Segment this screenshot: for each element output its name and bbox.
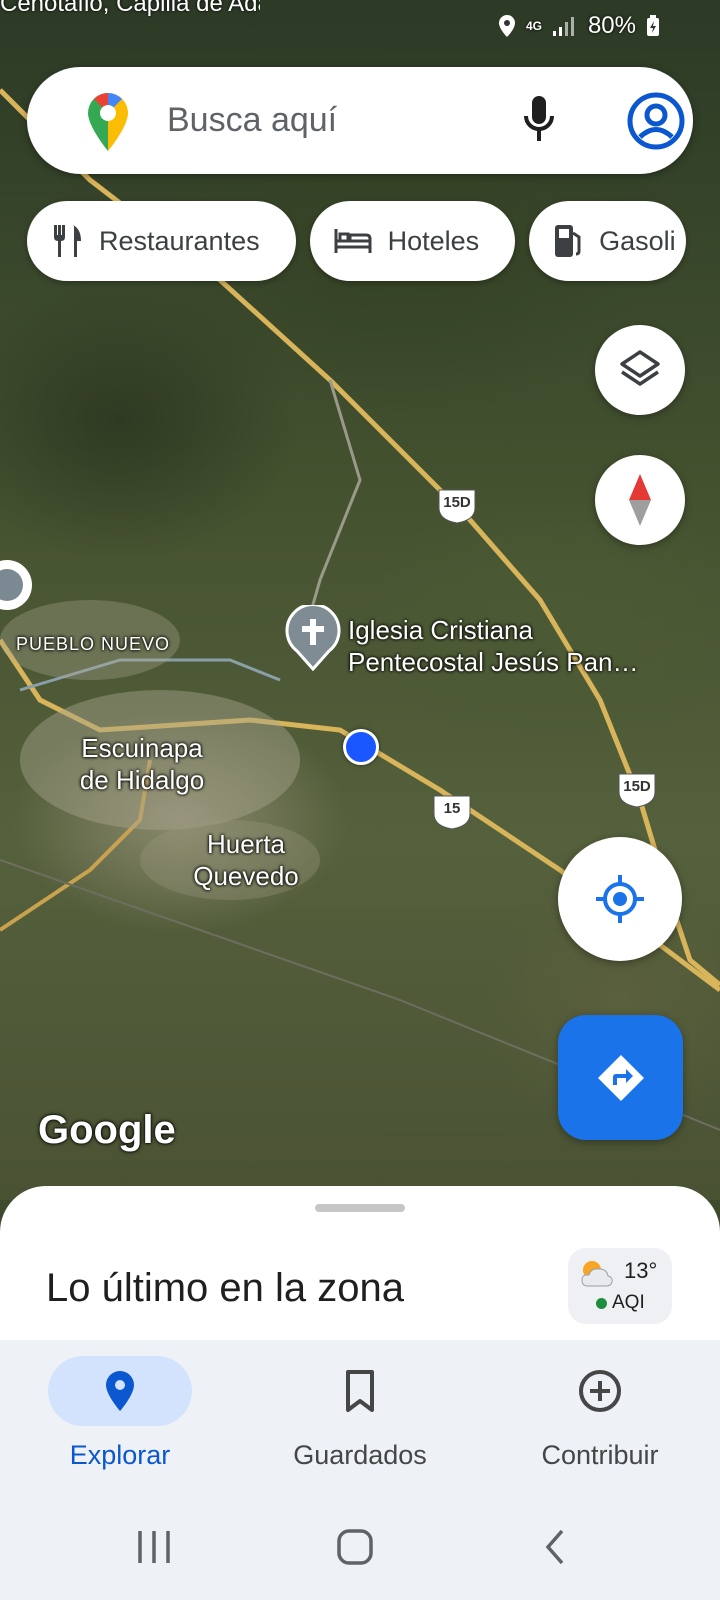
aqi-dot xyxy=(596,1298,607,1309)
map-label-pueblo-nuevo: PUEBLO NUEVO xyxy=(16,634,171,654)
search-input[interactable]: Busca aquí xyxy=(167,101,337,140)
bookmark-icon xyxy=(346,1370,374,1412)
chip-label: Restaurantes xyxy=(99,225,260,256)
directions-button[interactable] xyxy=(558,1015,683,1140)
church-icon xyxy=(285,603,341,672)
compass-icon xyxy=(629,474,651,526)
nav-explorar[interactable]: Explorar xyxy=(0,1340,240,1500)
partly-cloudy-icon xyxy=(581,1261,613,1287)
signal-icon xyxy=(552,17,574,36)
nav-label: Guardados xyxy=(293,1440,427,1470)
shield-label: 15D xyxy=(623,778,651,795)
weather-widget[interactable]: 13° AQI xyxy=(568,1248,672,1324)
map-label-huerta: Huerta Quevedo xyxy=(186,828,306,892)
highway-shield-15d-top: 15D xyxy=(437,488,477,524)
category-chips: Restaurantes Hoteles Gasoli xyxy=(27,201,686,281)
network-type: 4G xyxy=(525,19,542,33)
chip-restaurantes[interactable]: Restaurantes xyxy=(27,201,296,281)
chip-gasolineras[interactable]: Gasoli xyxy=(529,201,686,281)
search-bar[interactable]: Busca aquí xyxy=(27,67,693,174)
map-label-huerta-text: Huerta Quevedo xyxy=(193,829,299,891)
status-bar: Cenotafio, Capilla de Adan Chalino Sanch… xyxy=(0,0,720,56)
chip-hoteles[interactable]: Hoteles xyxy=(309,201,516,281)
church-label-line1: Iglesia Cristiana xyxy=(348,615,533,645)
church-poi-label[interactable]: Iglesia Cristiana Pentecostal Jesús Pan… xyxy=(348,614,639,678)
highway-shield-15d-right: 15D xyxy=(617,772,657,808)
explore-pin-icon xyxy=(106,1371,134,1411)
map-label-escuinapa-text: Escuinapa de Hidalgo xyxy=(79,733,205,795)
nav-contribuir[interactable]: Contribuir xyxy=(480,1340,720,1500)
nav-guardados[interactable]: Guardados xyxy=(240,1340,480,1500)
location-icon xyxy=(498,15,515,37)
layers-button[interactable] xyxy=(595,325,685,415)
status-right-group: 4G 80% xyxy=(498,12,660,40)
back-icon[interactable] xyxy=(536,1527,576,1567)
gas-station-icon xyxy=(553,223,583,259)
compass-button[interactable] xyxy=(595,455,685,545)
add-circle-icon xyxy=(579,1370,621,1412)
status-ticker-text: Cenotafio, Capilla de Adan Chalino Sanch… xyxy=(0,0,260,17)
weather-temp: 13° xyxy=(624,1258,658,1283)
church-label-line2: Pentecostal Jesús Pan… xyxy=(348,647,639,677)
my-location-button[interactable] xyxy=(558,837,682,961)
google-maps-logo-icon xyxy=(88,93,128,151)
layers-icon xyxy=(620,350,660,386)
battery-charging-icon xyxy=(647,15,659,36)
directions-icon xyxy=(597,1054,644,1101)
google-watermark: Google xyxy=(38,1108,176,1152)
home-icon[interactable] xyxy=(335,1527,375,1567)
restaurant-icon xyxy=(51,223,83,259)
shield-label: 15 xyxy=(443,800,461,817)
battery-percent: 80% xyxy=(587,12,636,39)
chip-label: Hoteles xyxy=(387,225,480,256)
shield-label: 15D xyxy=(443,494,471,511)
current-location-dot xyxy=(343,729,379,765)
microphone-icon[interactable] xyxy=(522,94,556,144)
system-navigation-bar xyxy=(0,1500,720,1600)
recent-apps-icon[interactable] xyxy=(134,1527,174,1567)
account-icon[interactable] xyxy=(627,92,685,150)
highway-shield-15: 15 xyxy=(432,794,472,830)
my-location-icon xyxy=(596,875,644,923)
church-poi-marker[interactable] xyxy=(285,603,341,676)
sheet-title: Lo último en la zona xyxy=(46,1266,405,1310)
map-label-escuinapa: Escuinapa de Hidalgo xyxy=(72,732,212,796)
nav-label: Contribuir xyxy=(541,1440,659,1470)
hotel-icon xyxy=(334,227,372,255)
nav-label: Explorar xyxy=(69,1440,171,1470)
bottom-sheet[interactable]: Lo último en la zona 13° AQI xyxy=(0,1186,720,1346)
aqi-label: AQI xyxy=(612,1292,645,1313)
bottom-navigation: Explorar Guardados Contribuir xyxy=(0,1340,720,1500)
sheet-drag-handle[interactable] xyxy=(315,1204,405,1212)
chip-label: Gasoli xyxy=(599,225,676,256)
